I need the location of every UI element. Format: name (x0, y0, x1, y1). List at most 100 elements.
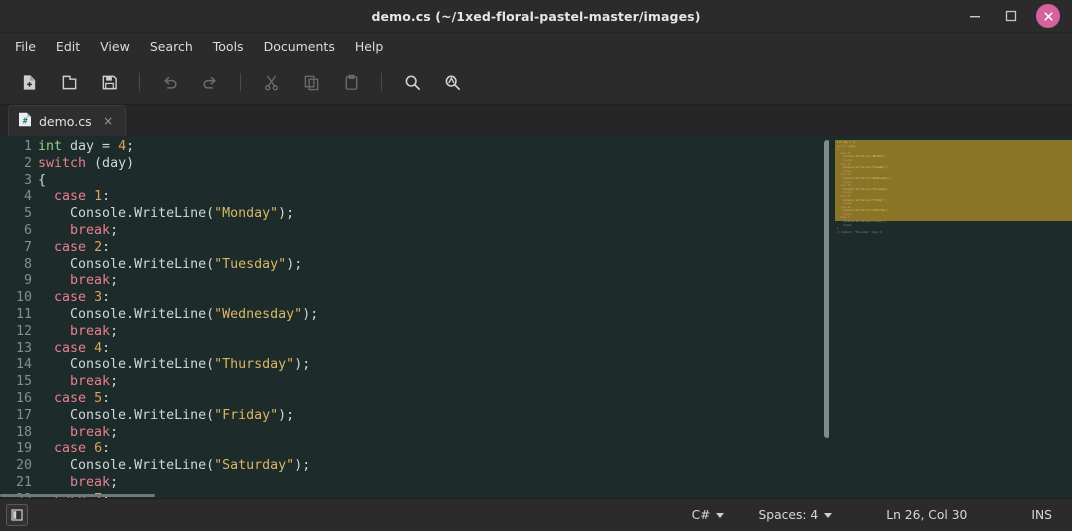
line-number: 10 (15, 290, 32, 306)
code-line: 20 Console.WriteLine("Saturday"); (0, 458, 827, 475)
csharp-file-icon: # (18, 112, 32, 131)
menu-help[interactable]: Help (346, 35, 393, 58)
line-source: Console.WriteLine("Wednesday"); (38, 306, 319, 322)
toolbar-separator-1 (139, 73, 140, 91)
line-source: break; (70, 424, 119, 440)
toolbar-separator-3 (381, 73, 382, 91)
line-number: 21 (15, 474, 32, 490)
code-line: 4 case 1: (0, 189, 827, 206)
svg-text:#: # (23, 116, 28, 125)
line-number: 20 (15, 458, 32, 474)
language-selector[interactable]: C# (686, 505, 731, 525)
code-line: 7 case 2: (0, 240, 827, 257)
line-source: int day = 4; (38, 139, 135, 154)
search-icon[interactable] (393, 67, 431, 97)
line-number: 14 (15, 357, 32, 373)
line-number: 2 (23, 155, 32, 171)
status-right-group: C# Spaces: 4 Ln 26, Col 30 INS (686, 505, 1058, 525)
line-source: break; (70, 474, 119, 490)
minimap-line: // Output: "Thursday" (day 4) (837, 230, 883, 234)
line-source: break; (70, 374, 119, 390)
new-file-icon[interactable] (10, 67, 48, 97)
sidebar-toggle-icon[interactable] (6, 504, 28, 526)
line-source: case 5: (54, 390, 111, 406)
line-number: 7 (23, 239, 32, 255)
line-number: 13 (15, 340, 32, 356)
code-line: 1 int day = 4; (0, 139, 827, 156)
cut-icon[interactable] (252, 67, 290, 97)
minimap-lines: int day = 4; switch (day){ case 1: Consol… (837, 141, 1072, 234)
code-editor[interactable]: 1 int day = 4; 2 switch (day) 3{4 case 1: 5 C… (0, 136, 827, 498)
line-number: 16 (15, 390, 32, 406)
line-source: break; (70, 273, 119, 289)
line-number: 17 (15, 407, 32, 423)
indent-label: Spaces: 4 (758, 508, 819, 522)
gedit-window: demo.cs (~/1xed-floral-pastel-master/ima… (0, 0, 1072, 531)
close-icon[interactable] (1036, 4, 1060, 28)
line-source: case 2: (54, 239, 111, 255)
line-number: 9 (23, 273, 32, 289)
code-line: 2 switch (day) (0, 156, 827, 173)
menu-bar: File Edit View Search Tools Documents He… (0, 33, 1072, 60)
code-line: 18 break; (0, 425, 827, 442)
code-line: 8 Console.WriteLine("Tuesday"); (0, 257, 827, 274)
line-number: 15 (15, 374, 32, 390)
line-number: 18 (15, 424, 32, 440)
line-number: 12 (15, 323, 32, 339)
open-file-icon[interactable] (50, 67, 88, 97)
window-controls (964, 4, 1072, 28)
copy-icon[interactable] (292, 67, 330, 97)
code-line: 10 case 3: (0, 290, 827, 307)
chevron-down-icon (824, 512, 833, 518)
maximize-icon[interactable] (1000, 5, 1022, 27)
tab-label: demo.cs (39, 113, 92, 129)
paste-icon[interactable] (332, 67, 370, 97)
horizontal-scrollbar[interactable] (0, 493, 827, 498)
line-source: break; (70, 323, 119, 339)
line-number: 5 (23, 206, 32, 222)
line-source: Console.WriteLine("Thursday"); (38, 357, 311, 373)
line-number: 3 (23, 172, 32, 188)
find-replace-icon[interactable] (433, 67, 471, 97)
code-line: 12 break; (0, 324, 827, 341)
code-line: 9 break; (0, 273, 827, 290)
code-line: 6 break; (0, 223, 827, 240)
code-line: 15 break; (0, 374, 827, 391)
line-number: 8 (23, 256, 32, 272)
line-source: case 4: (54, 340, 111, 356)
menu-edit[interactable]: Edit (47, 35, 89, 58)
menu-search[interactable]: Search (141, 35, 202, 58)
undo-icon[interactable] (151, 67, 189, 97)
line-source: case 6: (54, 441, 111, 457)
chevron-down-icon (716, 512, 725, 518)
language-label: C# (691, 508, 711, 522)
code-line: 14 Console.WriteLine("Thursday"); (0, 357, 827, 374)
toolbar (0, 60, 1072, 105)
line-source: case 3: (54, 290, 111, 306)
line-source: break; (70, 222, 119, 238)
redo-icon[interactable] (191, 67, 229, 97)
line-number: 6 (23, 222, 32, 238)
code-line: 21 break; (0, 475, 827, 492)
indent-selector[interactable]: Spaces: 4 (752, 505, 838, 525)
horizontal-scrollbar-thumb[interactable] (0, 494, 155, 497)
line-number: 1 (23, 139, 32, 154)
tab-close-icon[interactable]: × (102, 114, 115, 128)
cursor-position[interactable]: Ln 26, Col 30 (880, 505, 973, 525)
insert-mode[interactable]: INS (1025, 505, 1058, 525)
code-line: 19 case 6: (0, 441, 827, 458)
line-number: 19 (15, 441, 32, 457)
tab-bar: # demo.cs × (0, 105, 1072, 136)
line-source: { (38, 172, 47, 188)
code-line: 3{ (0, 173, 827, 190)
save-icon[interactable] (90, 67, 128, 97)
tab-demo-cs[interactable]: # demo.cs × (8, 105, 126, 136)
toolbar-separator-2 (240, 73, 241, 91)
menu-tools[interactable]: Tools (204, 35, 253, 58)
menu-file[interactable]: File (6, 35, 45, 58)
menu-documents[interactable]: Documents (255, 35, 344, 58)
menu-view[interactable]: View (91, 35, 139, 58)
line-source: Console.WriteLine("Friday"); (38, 407, 295, 423)
minimize-icon[interactable] (964, 5, 986, 27)
minimap[interactable]: int day = 4; switch (day){ case 1: Consol… (829, 136, 1072, 498)
